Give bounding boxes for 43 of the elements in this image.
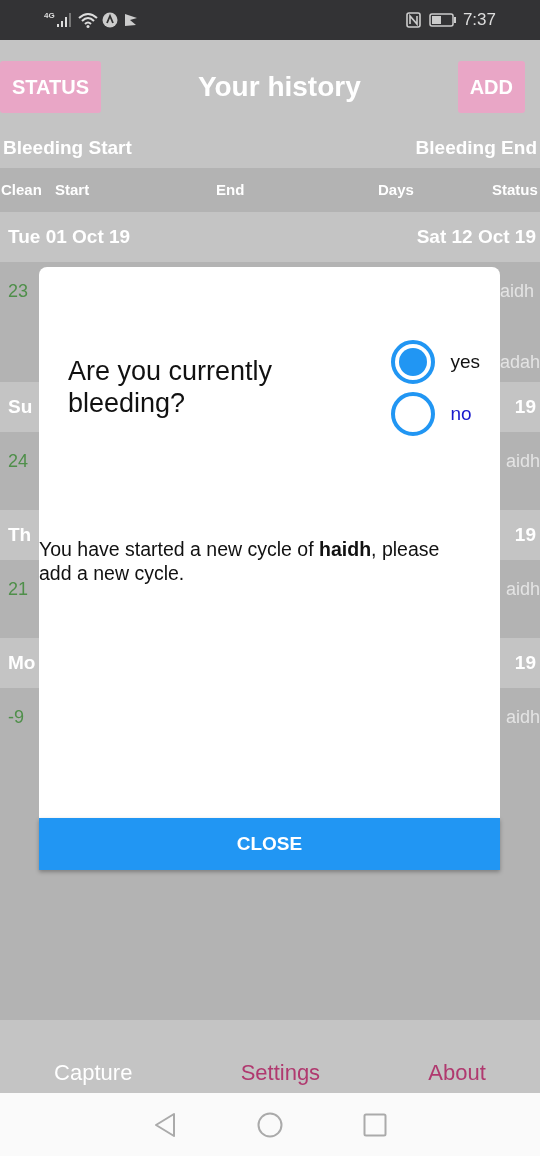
column-header: End <box>216 179 245 200</box>
page-title: Your history <box>197 70 361 104</box>
signal-icon <box>55 12 72 28</box>
nfc-icon <box>405 12 421 28</box>
network-label: 4G <box>44 10 55 22</box>
column-header: Clean <box>1 179 42 200</box>
end-date: Sat 12 Oct 19 <box>416 224 536 249</box>
start-date: Su <box>8 394 33 419</box>
nav-tab[interactable]: About <box>428 1056 486 1089</box>
nav-tab[interactable]: Capture <box>54 1056 133 1089</box>
option-label[interactable]: yes <box>450 347 480 377</box>
home-icon[interactable] <box>257 1111 283 1138</box>
radio-button[interactable] <box>390 339 437 385</box>
battery-icon <box>428 13 457 27</box>
nav-tab[interactable]: Settings <box>240 1056 321 1089</box>
clock-time: 7:37 <box>462 9 496 32</box>
clean-days: -9 <box>8 704 24 731</box>
close-button[interactable]: CLOSE <box>39 818 500 870</box>
option-label[interactable]: no <box>450 399 472 429</box>
radio-button[interactable] <box>390 391 437 437</box>
end-date: 19 <box>514 394 536 419</box>
summary-label: Bleeding End <box>415 135 537 160</box>
end-date: 19 <box>514 650 536 675</box>
column-header: Start <box>55 179 90 200</box>
dialog-question: Are you currently bleeding? <box>68 355 274 421</box>
start-date: Th <box>8 522 32 547</box>
summary-label: Bleeding Start <box>3 135 132 160</box>
send-icon <box>123 13 138 27</box>
add-button[interactable]: ADD <box>457 61 525 113</box>
recents-icon[interactable] <box>363 1112 387 1137</box>
start-date: Mo <box>8 650 36 675</box>
column-header: Status <box>492 179 538 200</box>
start-date: Tue 01 Oct 19 <box>8 224 131 249</box>
dialog-message: You have started a new cycle of haidh, please add a new cycle. <box>39 537 441 586</box>
status-button[interactable]: STATUS <box>0 61 102 113</box>
clean-days: 23 <box>8 278 29 305</box>
back-icon[interactable] <box>153 1111 177 1138</box>
clean-days: 24 <box>8 448 29 475</box>
wifi-icon <box>77 12 98 28</box>
column-header: Days <box>378 179 414 200</box>
end-date: 19 <box>514 522 536 547</box>
clean-days: 21 <box>8 576 29 603</box>
caret-circle-icon <box>101 12 118 28</box>
